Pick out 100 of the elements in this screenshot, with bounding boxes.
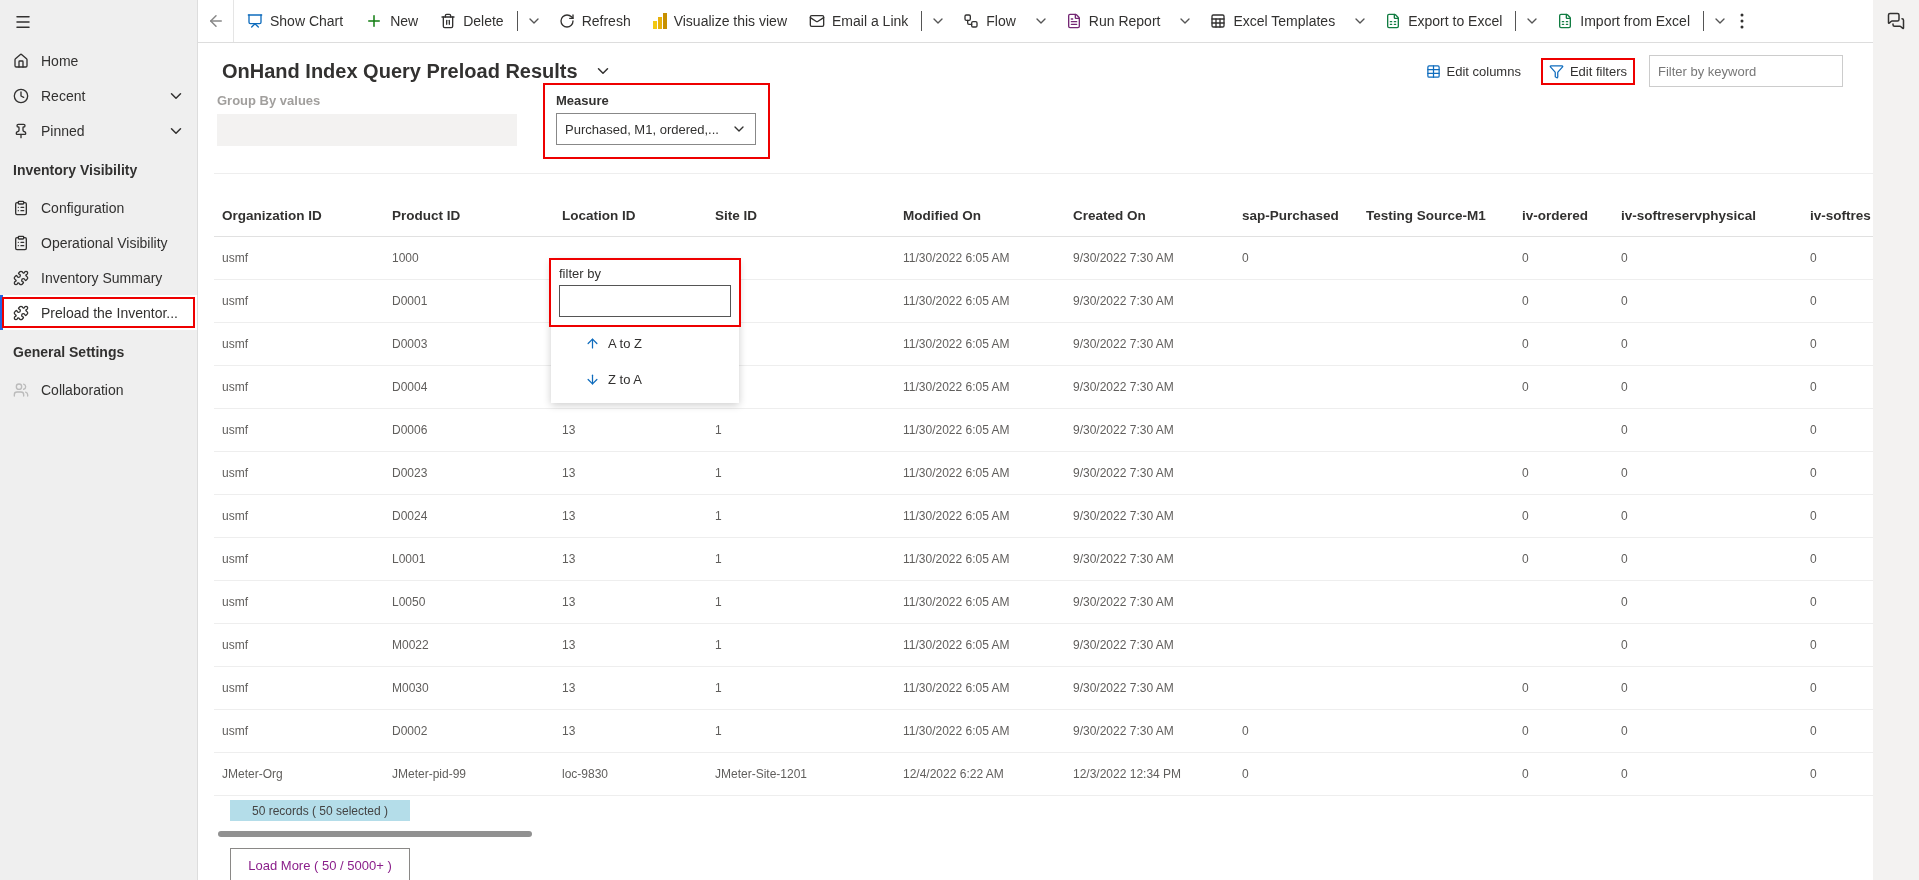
toolbar-button[interactable]: Export to Excel [1376,5,1512,37]
people-icon [13,381,29,398]
toolbar-button[interactable]: Import from Excel [1548,5,1699,37]
column-header[interactable]: Location ID [554,194,707,237]
table-cell: 0 [1234,237,1358,280]
table-cell: 11/30/2022 6:05 AM [895,538,1065,581]
nav-item[interactable]: Configuration [0,190,197,225]
edit-filters-button[interactable]: Edit filters [1542,59,1633,83]
toolbar-button[interactable]: Flow [954,5,1025,37]
table-cell: 13 [554,538,707,581]
table-cell: 13 [554,452,707,495]
nav-item[interactable]: Preload the Inventor... [0,295,197,330]
table-cell: usmf [214,237,384,280]
puzzle-icon [13,269,29,286]
table-cell: 0 [1514,753,1613,796]
table-cell: 0 [1514,366,1613,409]
table-cell: 0 [1613,581,1802,624]
column-header[interactable]: Modified On [895,194,1065,237]
toolbar-button[interactable]: Refresh [549,5,640,37]
table-cell: usmf [214,409,384,452]
table-cell: D0002 [384,710,554,753]
measure-dropdown[interactable]: Purchased, M1, ordered,... [556,113,756,145]
refresh-icon [558,13,575,29]
table-cell: 0 [1514,667,1613,710]
toolbar-button[interactable]: Run Report [1056,5,1170,37]
column-header[interactable]: Product ID [384,194,554,237]
nav-item[interactable]: Collaboration [0,372,197,407]
filter-label: filter by [559,266,602,281]
table-cell: 9/30/2022 7:30 AM [1065,624,1234,667]
toolbar-button[interactable]: Excel Templates [1201,5,1345,37]
toolbar-button[interactable]: New [356,5,428,37]
field-label: Measure [556,93,610,108]
column-header[interactable]: Organization ID [214,194,384,237]
table-cell: 11/30/2022 6:05 AM [895,624,1065,667]
table-cell: 0 [1234,710,1358,753]
table-cell: usmf [214,581,384,624]
table-cell: D0024 [384,495,554,538]
table-cell: 0 [1514,710,1613,753]
down-arrow-icon [585,371,600,387]
table-cell: 0 [1514,495,1613,538]
edit-columns-button[interactable]: Edit columns [1419,59,1527,83]
table-cell: 11/30/2022 6:05 AM [895,710,1065,753]
section-title: General Settings [12,343,126,362]
table-cell: JMeter-Site-1201 [707,753,895,796]
clock-icon [13,87,29,104]
table-cell: 0 [1613,452,1802,495]
toolbar-button[interactable]: Visualize this view [643,5,797,37]
table-cell: 12/4/2022 6:22 AM [895,753,1065,796]
table-cell: 11/30/2022 6:05 AM [895,280,1065,323]
table-cell: JMeter-Org [214,753,384,796]
table-cell: 9/30/2022 7:30 AM [1065,323,1234,366]
table-cell: 0 [1613,753,1802,796]
table-cell: 0 [1514,452,1613,495]
table-cell: 9/30/2022 7:30 AM [1065,452,1234,495]
table-cell: 0 [1514,237,1613,280]
table-cell: 11/30/2022 6:05 AM [895,495,1065,538]
table-cell: 1 [707,581,895,624]
toolbar-button[interactable]: Delete [431,5,513,37]
column-header[interactable]: Testing Source-M1 [1358,194,1514,237]
table-cell: usmf [214,280,384,323]
sort-option[interactable]: A to Z [551,325,739,361]
table-cell: 9/30/2022 7:30 AM [1065,710,1234,753]
report-icon [1065,13,1082,29]
field-label: Group By values [217,93,322,108]
toolbar-button[interactable]: Email a Link [800,5,918,37]
nav-item[interactable]: Inventory Summary [0,260,197,295]
home-icon [13,52,29,69]
table-cell: 0 [1514,280,1613,323]
search-field[interactable]: Filter by keyword [1649,55,1843,87]
table-cell: 13 [554,624,707,667]
table-cell: usmf [214,710,384,753]
nav-item[interactable]: Operational Visibility [0,225,197,260]
column-header[interactable]: iv-ordered [1514,194,1613,237]
table-cell: 0 [1514,323,1613,366]
column-header[interactable]: sap-Purchased [1234,194,1358,237]
bar-chart-icon [652,13,667,29]
sort-option[interactable]: Z to A [551,361,739,397]
table-cell: usmf [214,366,384,409]
column-header[interactable]: iv-softreservphysical [1613,194,1802,237]
table-cell: D0023 [384,452,554,495]
toolbar-button[interactable]: Show Chart [238,5,353,37]
table-cell: 0 [1613,323,1802,366]
table-cell: 13 [554,667,707,710]
nav-item[interactable]: Home [0,43,197,78]
nav-item[interactable]: Recent [0,78,197,113]
filter-input[interactable] [559,285,731,317]
table-cell: 1 [707,624,895,667]
load-more-button[interactable]: Load More ( 50 / 5000+ ) [230,848,410,880]
column-header[interactable]: Site ID [707,194,895,237]
table-cell: 0 [1613,538,1802,581]
table-cell: usmf [214,452,384,495]
nav-item[interactable]: Pinned [0,113,197,148]
chart-icon [247,13,263,29]
column-header[interactable]: Created On [1065,194,1234,237]
spreadsheet-icon [1557,13,1574,29]
scrollbar[interactable] [218,831,532,837]
chat-icon[interactable] [1887,12,1905,30]
table-cell: 13 [554,495,707,538]
table-cell: 9/30/2022 7:30 AM [1065,581,1234,624]
table-cell: 0 [1613,710,1802,753]
